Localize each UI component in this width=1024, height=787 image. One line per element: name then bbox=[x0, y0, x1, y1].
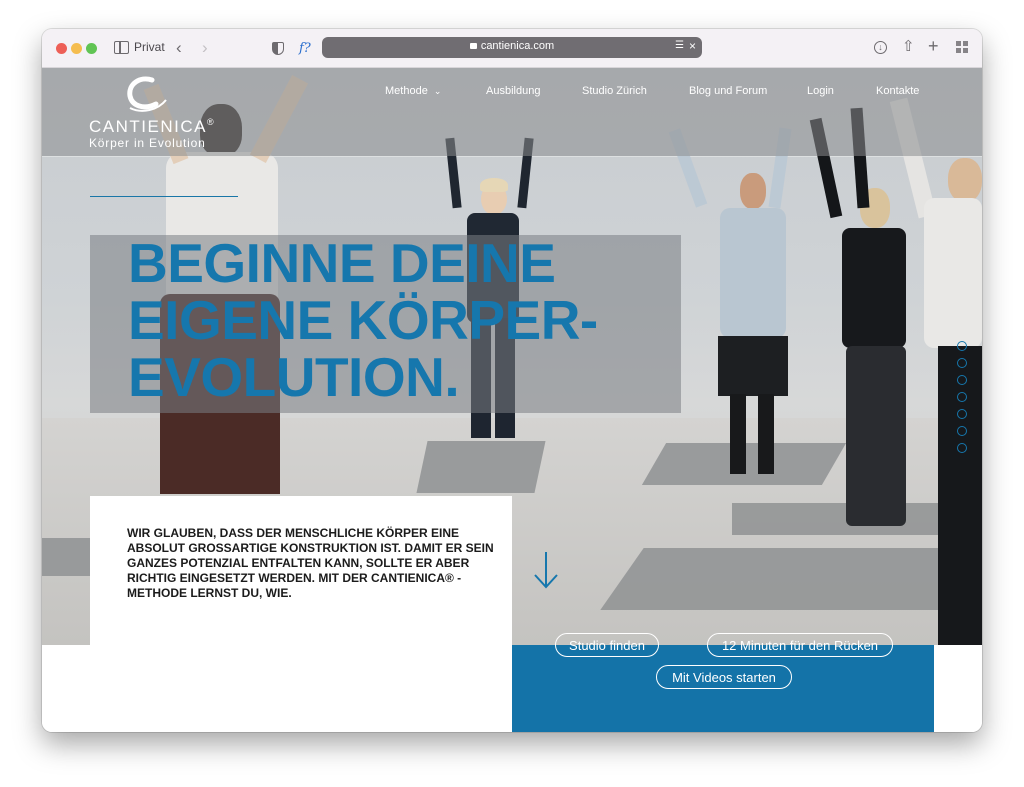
nav-item-blog-forum[interactable]: Blog und Forum bbox=[689, 85, 767, 97]
nav-item-methode[interactable]: Methode ⌄ bbox=[385, 85, 441, 97]
back-arrow-icon[interactable]: ‹ bbox=[176, 38, 182, 58]
url-text: cantienica.com bbox=[480, 40, 555, 52]
bottom-white-area bbox=[42, 645, 512, 732]
slider-dot[interactable] bbox=[957, 409, 967, 419]
close-icon[interactable]: × bbox=[689, 39, 696, 53]
hero-accent-line bbox=[90, 196, 238, 197]
logo-wordmark[interactable]: CANTIENICA® bbox=[89, 117, 215, 137]
lock-icon bbox=[469, 43, 477, 49]
logo-tagline: Körper in Evolution bbox=[89, 136, 206, 150]
forward-arrow-icon[interactable]: › bbox=[202, 38, 208, 58]
extension-icon[interactable]: f? bbox=[299, 39, 311, 59]
address-bar[interactable]: cantienica.com ☰ × bbox=[322, 37, 702, 58]
nav-item-login[interactable]: Login bbox=[807, 85, 834, 97]
slider-pagination bbox=[957, 341, 969, 460]
minimize-window-button[interactable] bbox=[71, 43, 82, 54]
scroll-down-arrow-icon[interactable] bbox=[533, 550, 559, 590]
nav-item-studio-zuerich[interactable]: Studio Zürich bbox=[582, 85, 647, 97]
chevron-down-icon: ⌄ bbox=[433, 86, 442, 96]
ruecken-video-button[interactable]: 12 Minuten für den Rücken bbox=[707, 633, 893, 657]
new-tab-icon[interactable]: + bbox=[928, 36, 939, 56]
intro-text: WIR GLAUBEN, DASS DER MENSCHLICHE KÖRPER… bbox=[127, 526, 494, 600]
slider-dot[interactable] bbox=[957, 392, 967, 402]
person-figure bbox=[668, 127, 802, 478]
studio-finden-button[interactable]: Studio finden bbox=[555, 633, 659, 657]
tab-overview-icon[interactable] bbox=[956, 41, 968, 53]
cantienica-logo-icon[interactable] bbox=[122, 74, 168, 114]
slider-dot[interactable] bbox=[957, 443, 967, 453]
slider-dot[interactable] bbox=[957, 358, 967, 368]
zoom-window-button[interactable] bbox=[86, 43, 97, 54]
nav-item-label: Methode bbox=[385, 85, 428, 97]
close-window-button[interactable] bbox=[56, 43, 67, 54]
translate-icon[interactable]: ☰ bbox=[675, 40, 684, 51]
hero-headline: BEGINNE DEINE EIGENE KÖRPER- EVOLUTION. bbox=[128, 235, 688, 406]
sidebar-toggle-icon[interactable] bbox=[114, 41, 129, 54]
logo-name: CANTIENICA bbox=[89, 117, 207, 136]
browser-window: Privat ‹ › f? cantienica.com ☰ × ↓ ⇧ + C… bbox=[42, 29, 982, 732]
private-mode-label: Privat bbox=[134, 40, 165, 54]
slider-dot[interactable] bbox=[957, 375, 967, 385]
slider-dot[interactable] bbox=[957, 341, 967, 351]
privacy-shield-icon[interactable] bbox=[272, 42, 284, 55]
nav-item-kontakte[interactable]: Kontakte bbox=[876, 85, 919, 97]
intro-card: WIR GLAUBEN, DASS DER MENSCHLICHE KÖRPER… bbox=[90, 496, 512, 645]
browser-toolbar: Privat ‹ › f? cantienica.com ☰ × ↓ ⇧ + bbox=[42, 29, 982, 68]
download-icon[interactable]: ↓ bbox=[874, 41, 887, 54]
site-header: CANTIENICA® Körper in Evolution Methode ⌄… bbox=[42, 68, 982, 156]
nav-item-ausbildung[interactable]: Ausbildung bbox=[486, 85, 540, 97]
videos-starten-button[interactable]: Mit Videos starten bbox=[656, 665, 792, 689]
headline-line: EIGENE KÖRPER- bbox=[128, 289, 598, 351]
logo-registered-mark: ® bbox=[206, 117, 216, 127]
headline-line: EVOLUTION. bbox=[128, 346, 460, 408]
share-icon[interactable]: ⇧ bbox=[902, 37, 915, 57]
headline-line: BEGINNE DEINE bbox=[128, 232, 556, 294]
bottom-right-area bbox=[934, 645, 982, 732]
hero-image: CANTIENICA® Körper in Evolution Methode ⌄… bbox=[42, 68, 982, 645]
slider-dot[interactable] bbox=[957, 426, 967, 436]
person-figure bbox=[889, 97, 982, 645]
